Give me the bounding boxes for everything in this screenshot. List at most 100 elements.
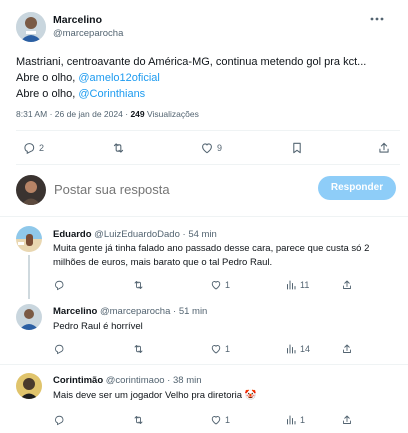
like-count: 1 (225, 280, 231, 290)
reply-count: 2 (39, 143, 45, 153)
reply-text: Muita gente já tinha falado ano passado … (53, 242, 403, 270)
retweet-button[interactable] (132, 414, 145, 426)
reply-author-name[interactable]: Corintimão (53, 375, 103, 386)
share-icon (377, 141, 391, 155)
reply-author-name[interactable]: Marcelino (53, 306, 97, 317)
tweet-date[interactable]: 26 de jan de 2024 (55, 109, 123, 119)
avatar[interactable] (16, 175, 46, 205)
reply-button[interactable] (53, 343, 65, 355)
tweet-text: Mastriani, centroavante do América-MG, c… (16, 54, 402, 102)
reply-text: Mais deve ser um jogador Velho pra diret… (53, 389, 257, 403)
tweet-line: Mastriani, centroavante do América-MG, c… (16, 56, 367, 68)
share-button[interactable] (341, 343, 353, 355)
more-options-icon[interactable] (369, 13, 385, 25)
reply-header: Corintimão @corintimaoo · 38 min (53, 375, 202, 386)
divider (0, 216, 408, 217)
share-icon (341, 343, 353, 355)
separator: · (167, 375, 171, 386)
mention-link[interactable]: @Corinthians (78, 88, 145, 100)
reply-input[interactable] (54, 180, 294, 198)
retweet-icon (132, 414, 145, 426)
tweet-line-text: Abre o olho, (16, 72, 79, 84)
separator: · (182, 229, 186, 240)
share-button[interactable] (341, 414, 353, 426)
analytics-icon (285, 414, 297, 426)
analytics-icon (285, 279, 297, 291)
views-button[interactable]: 14 (285, 343, 310, 355)
reply-time[interactable]: 51 min (179, 306, 208, 317)
reply-line: Pedro Raul é horrível (53, 321, 143, 332)
share-icon (341, 279, 353, 291)
separator: · (49, 109, 53, 119)
retweet-icon (132, 279, 145, 291)
tweet-meta: 8:31 AM · 26 de jan de 2024 · 249 Visual… (16, 109, 199, 119)
retweet-icon (111, 141, 126, 155)
tweet-line: Abre o olho, @amelo12oficial (16, 70, 402, 86)
reply-text: Pedro Raul é horrível (53, 320, 143, 334)
reply-time[interactable]: 38 min (173, 375, 202, 386)
heart-icon (210, 343, 222, 355)
views-count: 249 (130, 109, 145, 119)
bookmark-button[interactable] (290, 141, 304, 155)
reply-author-name[interactable]: Eduardo (53, 229, 92, 240)
reply-header: Marcelino @marceparocha · 51 min (53, 306, 207, 317)
like-count: 9 (217, 143, 223, 153)
retweet-button[interactable] (132, 343, 145, 355)
reply-time[interactable]: 54 min (188, 229, 217, 240)
views-count: 14 (300, 344, 311, 354)
views-count: 11 (300, 280, 310, 290)
retweet-button[interactable] (111, 141, 126, 155)
retweet-button[interactable] (132, 279, 145, 291)
like-button[interactable]: 1 (210, 343, 230, 355)
reply-icon (22, 141, 36, 155)
thread-line (28, 255, 30, 299)
mention-link[interactable]: @amelo12oficial (78, 72, 160, 84)
bookmark-icon (290, 141, 304, 155)
views-label: Visualizações (147, 109, 199, 119)
like-count: 1 (225, 415, 231, 425)
reply-submit-button[interactable]: Responder (318, 176, 396, 200)
share-icon (341, 414, 353, 426)
share-button[interactable] (377, 141, 391, 155)
reply-author-handle[interactable]: @corintimaoo (106, 375, 165, 386)
reply-icon (53, 279, 65, 291)
reply-line: Muita gente já tinha falado ano passado … (53, 243, 370, 254)
views-count: 1 (300, 415, 306, 425)
retweet-icon (132, 343, 145, 355)
divider (0, 364, 408, 365)
tweet-line: Abre o olho, @Corinthians (16, 86, 402, 102)
reply-icon (53, 414, 65, 426)
reply-line: Mais deve ser um jogador Velho pra diret… (53, 390, 243, 401)
divider (16, 130, 400, 131)
reply-button[interactable]: 2 (22, 141, 44, 155)
heart-icon (210, 414, 222, 426)
reply-author-handle[interactable]: @LuizEduardoDado (94, 229, 180, 240)
separator: · (125, 109, 129, 119)
author-handle[interactable]: @marceparocha (53, 28, 123, 39)
views-button[interactable]: 1 (285, 414, 305, 426)
like-button[interactable]: 9 (200, 141, 222, 155)
views-button[interactable]: 11 (285, 279, 309, 291)
avatar[interactable] (16, 373, 42, 399)
author-name[interactable]: Marcelino (53, 14, 102, 26)
share-button[interactable] (341, 279, 353, 291)
analytics-icon (285, 343, 297, 355)
avatar[interactable] (16, 304, 42, 330)
reply-button[interactable] (53, 279, 65, 291)
clown-emoji: 🤡 (244, 390, 257, 401)
tweet-line-text: Abre o olho, (16, 88, 79, 100)
reply-author-handle[interactable]: @marceparocha (100, 306, 170, 317)
reply-header: Eduardo @LuizEduardoDado · 54 min (53, 229, 217, 240)
reply-line: milhões de euros, mais barato que o tal … (53, 257, 273, 268)
separator: · (173, 306, 177, 317)
like-count: 1 (225, 344, 231, 354)
reply-button[interactable] (53, 414, 65, 426)
like-button[interactable]: 1 (210, 414, 230, 426)
avatar[interactable] (16, 226, 42, 252)
reply-icon (53, 343, 65, 355)
divider (16, 164, 400, 165)
like-button[interactable]: 1 (210, 279, 230, 291)
tweet-time[interactable]: 8:31 AM (16, 109, 47, 119)
heart-icon (200, 141, 214, 155)
avatar[interactable] (16, 12, 46, 42)
